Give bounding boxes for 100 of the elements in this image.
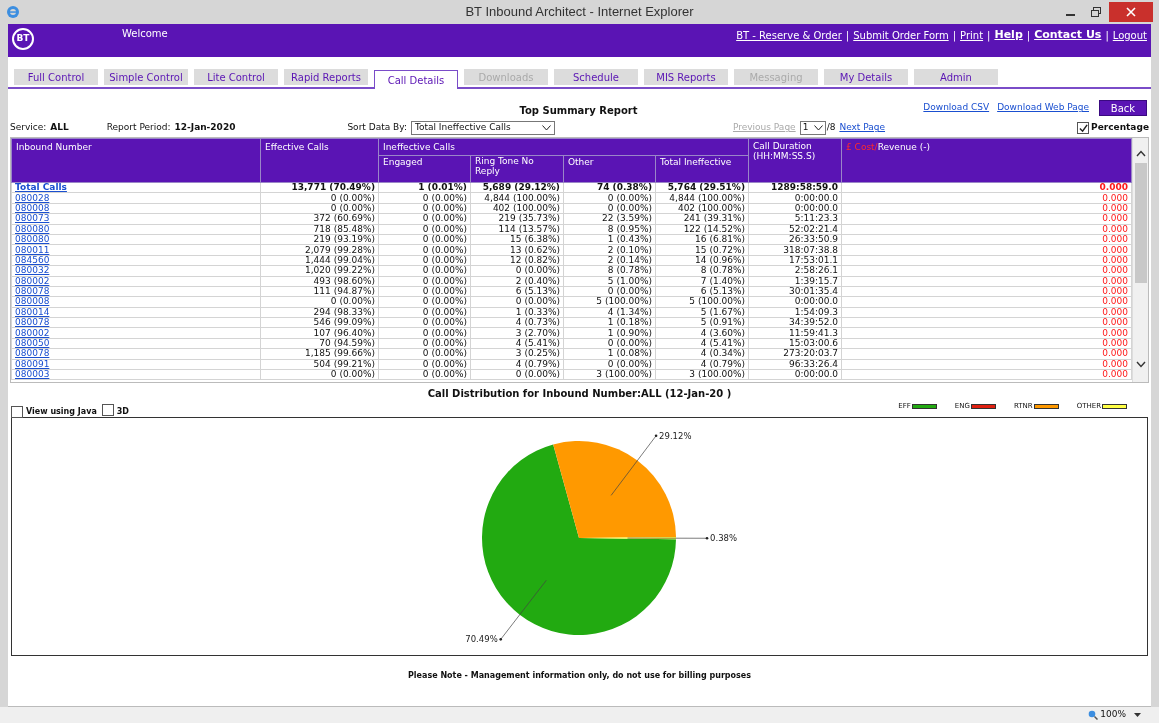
table-cell: 504 (99.21%) xyxy=(313,358,375,369)
table-cell: 0.000 xyxy=(1102,306,1128,317)
table-cell: 7 (1.40%) xyxy=(700,275,745,286)
table-cell: 96:33:26.4 xyxy=(789,358,838,369)
table-cell: 2 (0.10%) xyxy=(607,244,652,255)
table-cell: 0 (0.00%) xyxy=(607,286,652,297)
table-cell: 0.000 xyxy=(1102,296,1128,307)
table-cell: 0.000 xyxy=(1102,234,1128,245)
table-cell: 0 (0.00%) xyxy=(422,286,467,297)
table-cell: 30:01:35.4 xyxy=(789,286,838,297)
table-cell: 0 (0.00%) xyxy=(422,296,467,307)
column-header: Total Ineffective xyxy=(655,155,749,183)
link-separator: | xyxy=(1026,28,1031,43)
table-cell: 15 (6.38%) xyxy=(510,234,560,245)
table-cell: 13 (0.62%) xyxy=(510,244,560,255)
table-cell: 3 (2.70%) xyxy=(515,327,560,338)
table-cell: 0 (0.00%) xyxy=(422,254,467,265)
table-cell: 0.000 xyxy=(1102,275,1128,286)
table-cell: 52:02:21.4 xyxy=(789,223,838,234)
link-separator: | xyxy=(952,28,957,43)
table-cell: 0 (0.00%) xyxy=(422,234,467,245)
table-cell: 5 (1.00%) xyxy=(607,275,652,286)
link-separator: | xyxy=(1105,28,1109,43)
table-cell: 3 (100.00%) xyxy=(596,369,652,380)
table-cell: 0 (0.00%) xyxy=(422,348,467,359)
table-cell: 2,079 (99.28%) xyxy=(305,244,375,255)
column-header: Ring Tone No Reply xyxy=(470,155,564,183)
table-cell: 294 (98.33%) xyxy=(313,306,375,317)
table-cell: 0.000 xyxy=(1102,213,1128,224)
column-header: Effective Calls xyxy=(260,138,379,183)
table-cell: 0 (0.00%) xyxy=(422,192,467,203)
table-cell: 0 (0.00%) xyxy=(422,223,467,234)
table-cell: 0 (0.00%) xyxy=(330,296,375,307)
table-cell: 0 (0.00%) xyxy=(330,192,375,203)
table-cell: 0.000 xyxy=(1099,182,1128,193)
table-cell: 718 (85.48%) xyxy=(313,223,375,234)
table-cell: 4 (5.41%) xyxy=(515,338,560,349)
table-cell: 219 (35.73%) xyxy=(498,213,560,224)
table-cell: 0.000 xyxy=(1102,327,1128,338)
table-cell: 0 (0.00%) xyxy=(607,192,652,203)
table-cell: 1 (0.18%) xyxy=(607,317,652,328)
table-cell: 0 (0.00%) xyxy=(607,202,652,213)
table-cell: 107 (96.40%) xyxy=(313,327,375,338)
table-cell: 8 (0.95%) xyxy=(607,223,652,234)
table-cell: 14 (0.96%) xyxy=(695,254,745,265)
link-separator: | xyxy=(845,28,850,43)
table-cell: 0 (0.00%) xyxy=(607,338,652,349)
table-cell: 0 (0.00%) xyxy=(422,202,467,213)
table-cell: 1,185 (99.66%) xyxy=(305,348,375,359)
view-java-label: View using Java xyxy=(26,406,97,418)
zoom-level: 100% xyxy=(1100,708,1126,722)
table-cell: 0.000 xyxy=(1102,244,1128,255)
table-cell: 241 (39.31%) xyxy=(683,213,745,224)
sort-label: Sort Data By: xyxy=(347,121,407,135)
table-cell: 5 (100.00%) xyxy=(689,296,745,307)
table-cell: 4 (0.34%) xyxy=(700,348,745,359)
table-cell: 8 (0.78%) xyxy=(607,265,652,276)
table-cell: 0 (0.00%) xyxy=(422,338,467,349)
table-cell: 5 (1.67%) xyxy=(700,306,745,317)
table-cell: 0 (0.00%) xyxy=(515,296,560,307)
table-cell: 2 (0.40%) xyxy=(515,275,560,286)
table-cell: 0 (0.00%) xyxy=(330,369,375,380)
welcome-text: Welcome xyxy=(122,27,168,41)
table-cell: 402 (100.00%) xyxy=(492,202,560,213)
table-cell: 1,444 (99.04%) xyxy=(305,254,375,265)
window-title: BT Inbound Architect - Internet Explorer xyxy=(464,3,695,22)
table-cell: 8 (0.78%) xyxy=(700,265,745,276)
page-total: /8 xyxy=(826,121,836,135)
table-cell: 111 (94.87%) xyxy=(313,286,375,297)
chart-title: Call Distribution for Inbound Number:ALL (12-Jan-20 ) xyxy=(427,387,732,401)
table-cell: 1:39:15.7 xyxy=(794,275,838,286)
table-cell: 5 (100.00%) xyxy=(596,296,652,307)
table-cell: 11:59:41.3 xyxy=(789,327,838,338)
table-cell: 0.000 xyxy=(1102,286,1128,297)
table-cell: 1289:58:59.0 xyxy=(771,182,838,193)
table-cell: 1 (0.08%) xyxy=(607,348,652,359)
table-cell: 15 (0.72%) xyxy=(695,244,745,255)
table-cell: 3 (0.25%) xyxy=(515,348,560,359)
table-cell: 0.000 xyxy=(1102,223,1128,234)
table-cell: 0 (0.00%) xyxy=(422,213,467,224)
table-cell: 0 (0.00%) xyxy=(515,265,560,276)
page-value: 1 xyxy=(802,121,809,135)
table-cell: 22 (3.59%) xyxy=(602,213,652,224)
table-cell: 0.000 xyxy=(1102,369,1128,380)
column-header: Other xyxy=(563,155,656,183)
table-cell: 0 (0.00%) xyxy=(422,317,467,328)
column-header: Ineffective Calls xyxy=(378,138,749,156)
table-cell: 5 (0.91%) xyxy=(700,317,745,328)
period-label: Report Period: xyxy=(106,121,171,135)
column-header: Engaged xyxy=(378,155,471,183)
table-cell: 5:11:23.3 xyxy=(794,213,838,224)
table-cell: 1,020 (99.22%) xyxy=(305,265,375,276)
table-cell: 13,771 (70.49%) xyxy=(291,182,375,193)
percentage-label: Percentage xyxy=(1091,121,1149,135)
table-cell: 4 (1.34%) xyxy=(607,306,652,317)
period-value: 12-Jan-2020 xyxy=(174,121,236,135)
table-cell: 4 (0.73%) xyxy=(515,317,560,328)
table-cell: 0:00:00.0 xyxy=(794,296,838,307)
table-cell: 0 (0.00%) xyxy=(422,306,467,317)
table-cell: 6 (5.13%) xyxy=(700,286,745,297)
